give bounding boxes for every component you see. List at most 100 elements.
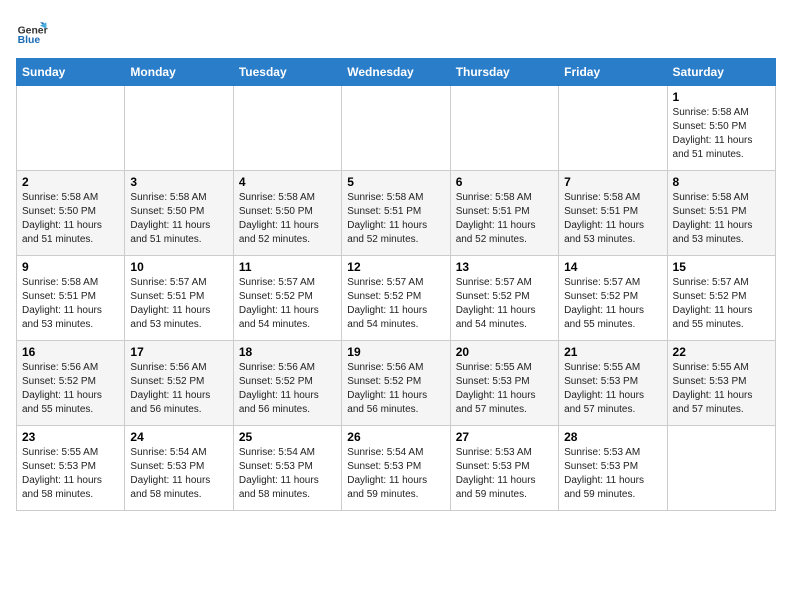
calendar-cell: 17 Sunrise: 5:56 AM Sunset: 5:52 PM Dayli… — [125, 341, 233, 426]
calendar-cell: 4 Sunrise: 5:58 AM Sunset: 5:50 PM Daylig… — [233, 171, 341, 256]
day-info: Sunrise: 5:53 AM Sunset: 5:53 PM Dayligh… — [456, 446, 553, 502]
calendar-cell: 25 Sunrise: 5:54 AM Sunset: 5:53 PM Dayli… — [233, 426, 341, 511]
day-info: Sunrise: 5:58 AM Sunset: 5:50 PM Dayligh… — [130, 191, 227, 247]
calendar-cell: 12 Sunrise: 5:57 AM Sunset: 5:52 PM Dayli… — [342, 256, 450, 341]
day-number: 25 — [239, 430, 336, 444]
day-number: 23 — [22, 430, 119, 444]
day-info: Sunrise: 5:58 AM Sunset: 5:50 PM Dayligh… — [22, 191, 119, 247]
col-header-wednesday: Wednesday — [342, 59, 450, 86]
day-number: 17 — [130, 345, 227, 359]
calendar-cell: 15 Sunrise: 5:57 AM Sunset: 5:52 PM Dayli… — [667, 256, 775, 341]
calendar-cell: 10 Sunrise: 5:57 AM Sunset: 5:51 PM Dayli… — [125, 256, 233, 341]
day-info: Sunrise: 5:57 AM Sunset: 5:52 PM Dayligh… — [673, 276, 770, 332]
calendar-cell: 16 Sunrise: 5:56 AM Sunset: 5:52 PM Dayli… — [17, 341, 125, 426]
col-header-monday: Monday — [125, 59, 233, 86]
day-number: 15 — [673, 260, 770, 274]
calendar-cell: 20 Sunrise: 5:55 AM Sunset: 5:53 PM Dayli… — [450, 341, 558, 426]
day-number: 21 — [564, 345, 661, 359]
svg-text:Blue: Blue — [18, 35, 41, 46]
calendar-cell: 26 Sunrise: 5:54 AM Sunset: 5:53 PM Dayli… — [342, 426, 450, 511]
calendar-cell: 22 Sunrise: 5:55 AM Sunset: 5:53 PM Dayli… — [667, 341, 775, 426]
day-number: 8 — [673, 175, 770, 189]
day-info: Sunrise: 5:56 AM Sunset: 5:52 PM Dayligh… — [347, 361, 444, 417]
day-info: Sunrise: 5:57 AM Sunset: 5:52 PM Dayligh… — [239, 276, 336, 332]
calendar-table: SundayMondayTuesdayWednesdayThursdayFrid… — [16, 58, 776, 511]
col-header-thursday: Thursday — [450, 59, 558, 86]
calendar-cell: 2 Sunrise: 5:58 AM Sunset: 5:50 PM Daylig… — [17, 171, 125, 256]
calendar-cell: 8Sunrise: 5:58 AM Sunset: 5:51 PM Daylig… — [667, 171, 775, 256]
calendar-cell: 19 Sunrise: 5:56 AM Sunset: 5:52 PM Dayli… — [342, 341, 450, 426]
calendar-cell: 28 Sunrise: 5:53 AM Sunset: 5:53 PM Dayli… — [559, 426, 667, 511]
col-header-sunday: Sunday — [17, 59, 125, 86]
day-number: 16 — [22, 345, 119, 359]
day-number: 27 — [456, 430, 553, 444]
calendar-cell: 18 Sunrise: 5:56 AM Sunset: 5:52 PM Dayli… — [233, 341, 341, 426]
day-info: Sunrise: 5:54 AM Sunset: 5:53 PM Dayligh… — [239, 446, 336, 502]
day-number: 13 — [456, 260, 553, 274]
week-row-1: 1Sunrise: 5:58 AM Sunset: 5:50 PM Daylig… — [17, 86, 776, 171]
day-number: 5 — [347, 175, 444, 189]
day-info: Sunrise: 5:57 AM Sunset: 5:52 PM Dayligh… — [347, 276, 444, 332]
day-info: Sunrise: 5:55 AM Sunset: 5:53 PM Dayligh… — [456, 361, 553, 417]
calendar-cell — [450, 86, 558, 171]
logo: General Blue — [16, 16, 48, 48]
calendar-cell: 21 Sunrise: 5:55 AM Sunset: 5:53 PM Dayli… — [559, 341, 667, 426]
calendar-cell — [125, 86, 233, 171]
day-info: Sunrise: 5:53 AM Sunset: 5:53 PM Dayligh… — [564, 446, 661, 502]
day-number: 3 — [130, 175, 227, 189]
day-number: 12 — [347, 260, 444, 274]
calendar-cell: 13 Sunrise: 5:57 AM Sunset: 5:52 PM Dayli… — [450, 256, 558, 341]
day-number: 2 — [22, 175, 119, 189]
calendar-cell: 24 Sunrise: 5:54 AM Sunset: 5:53 PM Dayli… — [125, 426, 233, 511]
page-header: General Blue — [16, 16, 776, 48]
day-number: 18 — [239, 345, 336, 359]
day-info: Sunrise: 5:55 AM Sunset: 5:53 PM Dayligh… — [673, 361, 770, 417]
day-number: 7 — [564, 175, 661, 189]
calendar-cell — [667, 426, 775, 511]
day-info: Sunrise: 5:56 AM Sunset: 5:52 PM Dayligh… — [22, 361, 119, 417]
day-info: Sunrise: 5:54 AM Sunset: 5:53 PM Dayligh… — [130, 446, 227, 502]
calendar-cell: 14Sunrise: 5:57 AM Sunset: 5:52 PM Dayli… — [559, 256, 667, 341]
calendar-cell — [17, 86, 125, 171]
calendar-cell: 5 Sunrise: 5:58 AM Sunset: 5:51 PM Daylig… — [342, 171, 450, 256]
day-number: 20 — [456, 345, 553, 359]
day-number: 4 — [239, 175, 336, 189]
col-header-saturday: Saturday — [667, 59, 775, 86]
day-info: Sunrise: 5:58 AM Sunset: 5:51 PM Dayligh… — [456, 191, 553, 247]
col-header-tuesday: Tuesday — [233, 59, 341, 86]
logo-icon: General Blue — [16, 16, 48, 48]
day-info: Sunrise: 5:57 AM Sunset: 5:52 PM Dayligh… — [456, 276, 553, 332]
day-info: Sunrise: 5:55 AM Sunset: 5:53 PM Dayligh… — [22, 446, 119, 502]
col-header-friday: Friday — [559, 59, 667, 86]
day-number: 22 — [673, 345, 770, 359]
day-number: 6 — [456, 175, 553, 189]
day-info: Sunrise: 5:58 AM Sunset: 5:50 PM Dayligh… — [239, 191, 336, 247]
day-number: 26 — [347, 430, 444, 444]
day-info: Sunrise: 5:58 AM Sunset: 5:51 PM Dayligh… — [564, 191, 661, 247]
calendar-cell — [559, 86, 667, 171]
calendar-cell: 23 Sunrise: 5:55 AM Sunset: 5:53 PM Dayli… — [17, 426, 125, 511]
day-info: Sunrise: 5:54 AM Sunset: 5:53 PM Dayligh… — [347, 446, 444, 502]
calendar-cell — [233, 86, 341, 171]
day-number: 11 — [239, 260, 336, 274]
calendar-cell: 9Sunrise: 5:58 AM Sunset: 5:51 PM Daylig… — [17, 256, 125, 341]
day-info: Sunrise: 5:56 AM Sunset: 5:52 PM Dayligh… — [130, 361, 227, 417]
day-info: Sunrise: 5:57 AM Sunset: 5:51 PM Dayligh… — [130, 276, 227, 332]
day-info: Sunrise: 5:56 AM Sunset: 5:52 PM Dayligh… — [239, 361, 336, 417]
day-number: 24 — [130, 430, 227, 444]
calendar-cell: 1Sunrise: 5:58 AM Sunset: 5:50 PM Daylig… — [667, 86, 775, 171]
week-row-5: 23 Sunrise: 5:55 AM Sunset: 5:53 PM Dayli… — [17, 426, 776, 511]
week-row-4: 16 Sunrise: 5:56 AM Sunset: 5:52 PM Dayli… — [17, 341, 776, 426]
week-row-2: 2 Sunrise: 5:58 AM Sunset: 5:50 PM Daylig… — [17, 171, 776, 256]
day-info: Sunrise: 5:55 AM Sunset: 5:53 PM Dayligh… — [564, 361, 661, 417]
day-info: Sunrise: 5:58 AM Sunset: 5:51 PM Dayligh… — [347, 191, 444, 247]
day-number: 14 — [564, 260, 661, 274]
day-number: 9 — [22, 260, 119, 274]
day-number: 1 — [673, 90, 770, 104]
day-number: 28 — [564, 430, 661, 444]
day-number: 10 — [130, 260, 227, 274]
calendar-cell: 6 Sunrise: 5:58 AM Sunset: 5:51 PM Daylig… — [450, 171, 558, 256]
calendar-cell — [342, 86, 450, 171]
day-number: 19 — [347, 345, 444, 359]
week-row-3: 9Sunrise: 5:58 AM Sunset: 5:51 PM Daylig… — [17, 256, 776, 341]
